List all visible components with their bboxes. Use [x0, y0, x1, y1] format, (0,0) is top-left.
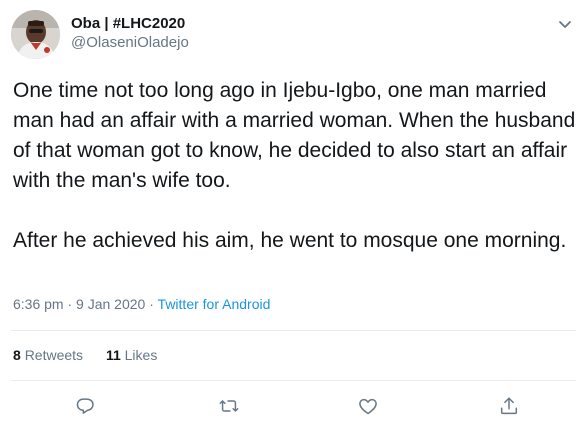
- action-bar: [0, 394, 587, 420]
- divider: [11, 380, 576, 381]
- retweets-count: 8: [13, 347, 21, 363]
- retweets-stat[interactable]: 8 Retweets: [13, 347, 83, 363]
- divider: [11, 330, 576, 331]
- tweet-date[interactable]: 9 Jan 2020: [76, 296, 145, 312]
- heart-icon: [359, 398, 377, 415]
- meta-separator: ·: [149, 296, 154, 312]
- tweet-paragraph: After he achieved his aim, he went to mo…: [13, 229, 567, 252]
- likes-stat[interactable]: 11 Likes: [106, 347, 157, 363]
- display-name[interactable]: Oba | #LHC2020: [71, 15, 189, 33]
- user-handle[interactable]: @OlaseniOladejo: [71, 33, 189, 53]
- likes-count: 11: [105, 347, 121, 363]
- tweet-text: One time not too long ago in Ijebu-Igbo,…: [13, 76, 583, 286]
- retweet-icon: [219, 400, 239, 412]
- tweet-metadata: 6:36 pm · 9 Jan 2020 · Twitter for Andro…: [13, 296, 270, 312]
- avatar[interactable]: [11, 10, 60, 59]
- reply-icon: [76, 398, 94, 414]
- tweet-paragraph: One time not too long ago in Ijebu-Igbo,…: [13, 79, 576, 192]
- engagement-stats: 8 Retweets 11 Likes: [13, 347, 176, 363]
- tweet-card: Oba | #LHC2020 @OlaseniOladejo One time …: [0, 0, 587, 434]
- tweet-time[interactable]: 6:36 pm: [13, 296, 64, 312]
- retweet-button[interactable]: [217, 394, 241, 418]
- share-button[interactable]: [497, 394, 521, 418]
- chevron-down-icon: [559, 21, 571, 28]
- avatar-image: [11, 10, 60, 59]
- retweets-label: Retweets: [24, 347, 84, 363]
- reply-button[interactable]: [73, 394, 97, 418]
- more-options-button[interactable]: [555, 14, 575, 34]
- tweet-source-link[interactable]: Twitter for Android: [158, 296, 271, 312]
- author-block[interactable]: Oba | #LHC2020 @OlaseniOladejo: [71, 15, 189, 53]
- meta-separator: ·: [67, 296, 73, 312]
- share-icon: [500, 397, 518, 415]
- likes-label: Likes: [124, 347, 158, 363]
- like-button[interactable]: [356, 394, 380, 418]
